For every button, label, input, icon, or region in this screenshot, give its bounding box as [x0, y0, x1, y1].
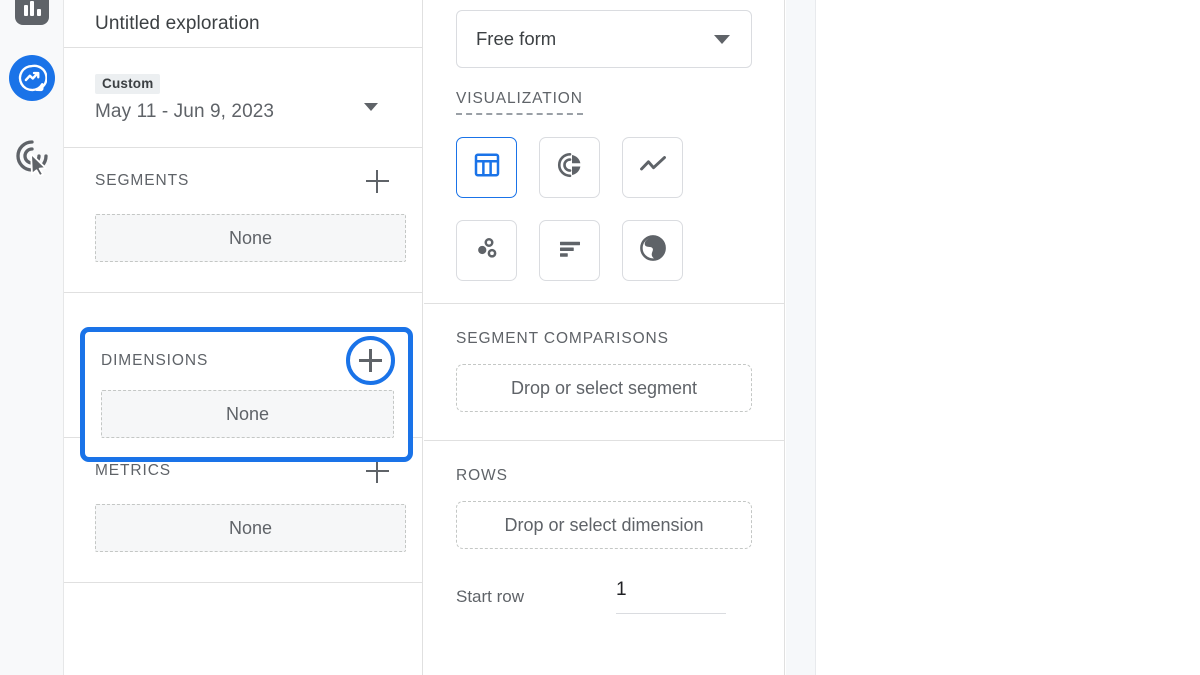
start-row-label: Start row [456, 586, 525, 606]
add-dimension-highlight-circle [346, 336, 395, 385]
date-range-chip: Custom [95, 74, 161, 94]
rows-label: ROWS [456, 467, 508, 484]
visualization-block: VISUALIZATION [424, 90, 784, 304]
viz-option-free-form-table[interactable] [456, 137, 517, 198]
segments-label: SEGMENTS [95, 172, 190, 189]
segments-slot-value: None [228, 227, 273, 248]
bar-chart-icon [15, 0, 49, 25]
rows-dropzone[interactable]: Drop or select dimension [456, 501, 752, 549]
start-row-input[interactable]: 1 [616, 579, 726, 614]
variables-section-dimensions: DIMENSIONS None [85, 332, 408, 457]
bar-chart-icon [555, 233, 585, 268]
technique-value: Free form [476, 28, 557, 49]
rail-item-explore[interactable] [0, 50, 64, 106]
dimensions-label: DIMENSIONS [101, 352, 209, 369]
visualization-label: VISUALIZATION [456, 90, 583, 115]
dimensions-slot[interactable]: None [101, 390, 394, 438]
visualization-options-grid [456, 137, 752, 281]
viz-option-donut-chart[interactable] [539, 137, 600, 198]
segment-comparisons-block: SEGMENT COMPARISONS Drop or select segme… [424, 304, 784, 441]
date-range-value: May 11 - Jun 9, 2023 [95, 101, 275, 122]
variables-section-filters [64, 583, 422, 634]
technique-block: Free form [424, 0, 784, 90]
rail-item-advertising[interactable] [0, 130, 64, 182]
metrics-slot-value: None [228, 517, 273, 538]
explore-icon [9, 55, 55, 101]
rail-item-reports[interactable] [0, 0, 64, 30]
chevron-down-icon[interactable] [714, 34, 730, 44]
primary-nav-rail [0, 0, 64, 675]
exploration-title-row[interactable]: Untitled exploration [64, 0, 422, 48]
segments-header: SEGMENTS [95, 148, 406, 214]
page-title: Untitled exploration [95, 12, 260, 34]
exploration-canvas [817, 0, 1200, 675]
start-row-field: Start row 1 [456, 579, 752, 614]
rows-block: ROWS Drop or select dimension Start row … [424, 441, 784, 614]
line-chart-icon [637, 149, 669, 186]
viz-option-bar-chart[interactable] [539, 220, 600, 281]
metrics-label: METRICS [95, 462, 172, 479]
chevron-down-icon[interactable] [364, 103, 378, 111]
add-dimension-plus-icon[interactable] [358, 348, 384, 374]
date-range-selector[interactable]: Custom May 11 - Jun 9, 2023 [64, 48, 422, 148]
donut-chart-icon [555, 150, 585, 185]
tab-settings-panel: Free form VISUALIZATION SEGMENT COMPARIS… [424, 0, 785, 675]
viz-option-geo-map[interactable] [622, 220, 683, 281]
panel-gutter [786, 0, 816, 675]
add-segment-plus-icon[interactable] [362, 166, 392, 196]
viz-option-line-chart[interactable] [622, 137, 683, 198]
viz-option-scatter-plot[interactable] [456, 220, 517, 281]
dimensions-highlight-box: DIMENSIONS None [80, 327, 413, 462]
variables-section-segments: SEGMENTS None [64, 148, 422, 293]
table-icon [472, 150, 502, 185]
globe-icon [637, 232, 669, 269]
segments-slot[interactable]: None [95, 214, 406, 262]
dimensions-slot-value: None [225, 403, 270, 424]
advertising-target-cursor-icon [12, 136, 52, 176]
scatter-plot-icon [472, 233, 502, 268]
segment-comparisons-label: SEGMENT COMPARISONS [456, 330, 669, 347]
metrics-slot[interactable]: None [95, 504, 406, 552]
segment-comparisons-drop-text: Drop or select segment [510, 377, 698, 398]
rows-drop-text: Drop or select dimension [504, 514, 704, 535]
ga4-exploration-screen: Untitled exploration Custom May 11 - Jun… [0, 0, 1200, 675]
segment-comparisons-dropzone[interactable]: Drop or select segment [456, 364, 752, 412]
technique-select[interactable]: Free form [456, 10, 752, 68]
